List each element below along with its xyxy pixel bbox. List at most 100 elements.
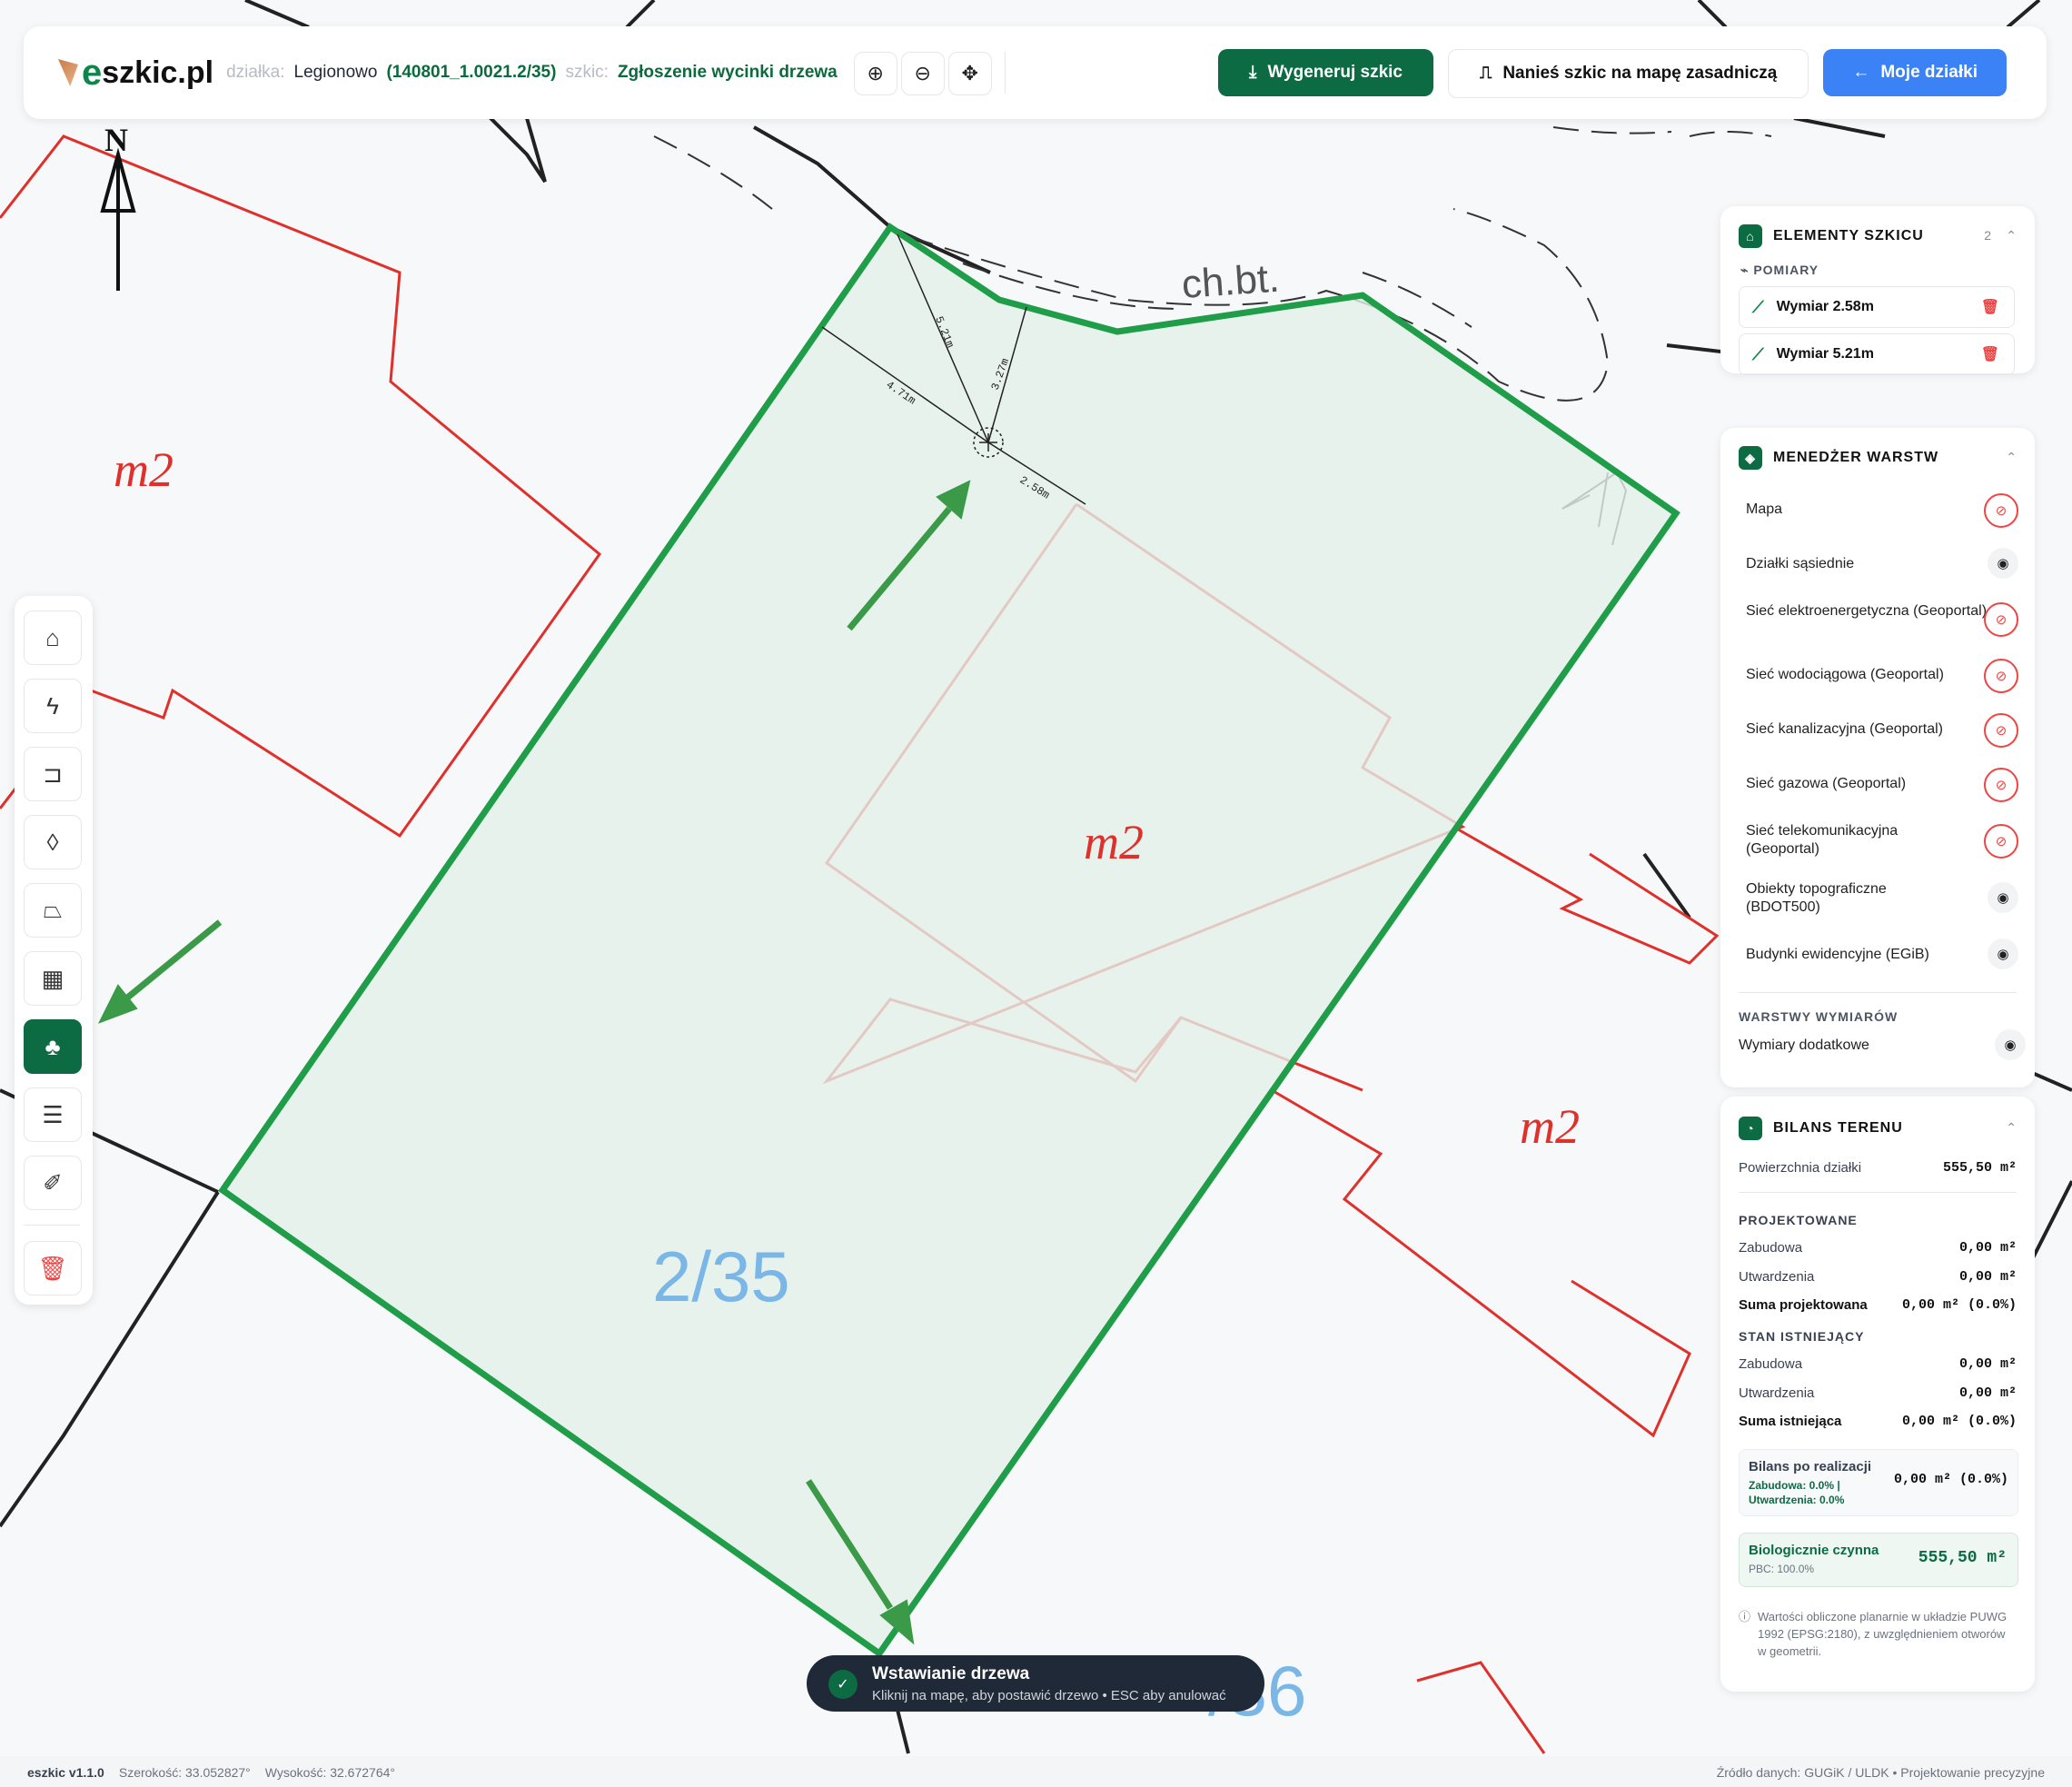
layer-manager-header[interactable]: ◈ MENEDŻER WARSTW: [1739, 446, 1938, 470]
ruler-icon: ⟋: [1752, 297, 1764, 316]
eye-off-icon[interactable]: ⊘: [1984, 713, 2018, 748]
layer-label: Sieć elektroenergetyczna (Geoportal): [1746, 603, 1988, 619]
logo[interactable]: e szkic.pl: [58, 53, 213, 94]
layer-label: Działki sąsiednie: [1746, 556, 1855, 571]
road-label: ch.bt.: [1180, 256, 1281, 307]
layer-row-water: Sieć wodociągowa (Geoportal): [1746, 666, 1982, 684]
zoom-out-button[interactable]: ⊖: [900, 52, 945, 95]
divider: [1739, 1192, 2017, 1193]
layer-label: Wymiary dodatkowe: [1739, 1037, 1869, 1053]
eye-off-icon[interactable]: ⊘: [1984, 602, 2018, 637]
existing-paved-row: Utwardzenia 0,00 m²: [1739, 1385, 2017, 1401]
logo-text: szkic.pl: [102, 55, 214, 90]
eye-off-icon[interactable]: ⊘: [1984, 493, 2018, 528]
layer-row-neighbors: Działki sąsiednie: [1746, 555, 2018, 573]
existing-title: STAN ISTNIEJĄCY: [1739, 1329, 1865, 1344]
layer-row-egib: Budynki ewidencyjne (EGiB): [1746, 946, 2018, 964]
plot-id: (140801_1.0021.2/35): [386, 63, 557, 82]
my-plots-button[interactable]: ← Moje działki: [1823, 49, 2007, 96]
my-plots-label: Moje działki: [1880, 63, 1978, 82]
balance-after-box: Bilans po realizacji Zabudowa: 0.0% | Ut…: [1739, 1449, 2018, 1516]
layer-row-map: Mapa: [1746, 501, 2018, 519]
trash-icon: 🗑: [37, 1254, 68, 1282]
eye-icon[interactable]: ◉: [1988, 882, 2018, 913]
after-value: 0,00 m² (0.0%): [1893, 1472, 2008, 1487]
bio-title: Biologicznie czynna: [1749, 1543, 1879, 1558]
trash-icon[interactable]: 🗑: [1981, 345, 1999, 363]
pie-chart-icon: ◔: [1739, 1117, 1762, 1140]
pan-button[interactable]: ✥: [947, 52, 992, 95]
breadcrumb: działka: Legionowo (140801_1.0021.2/35) …: [226, 63, 838, 83]
tool-delete[interactable]: 🗑: [24, 1241, 82, 1296]
layer-label: Sieć gazowa (Geoportal): [1746, 776, 1907, 791]
value: 0,00 m² (0.0%): [1901, 1297, 2017, 1313]
bio-sub: PBC: 100.0%: [1749, 1563, 1815, 1575]
home-icon: ⌂: [1739, 224, 1762, 248]
longitude-readout: Wysokość: 32.672764°: [264, 1765, 396, 1780]
measurement-item[interactable]: ⟋ Wymiar 2.58m 🗑: [1739, 286, 2015, 328]
download-icon: ⤓: [1249, 63, 1257, 82]
overlay-sketch-button[interactable]: ⎍ Nanieś szkic na mapę zasadniczą: [1448, 49, 1809, 98]
land-balance-panel: ◔ BILANS TERENU ⌃ Powierzchnia działki 55…: [1720, 1097, 2035, 1692]
tool-building[interactable]: ▦: [24, 951, 82, 1006]
road-icon: ⏢: [43, 896, 63, 923]
building-label-1: m2: [114, 442, 173, 497]
toast-title: Wstawianie drzewa: [872, 1664, 1030, 1683]
layer-label: Sieć kanalizacyjna (Geoportal): [1746, 721, 1943, 737]
layer-row-dimensions: Wymiary dodatkowe: [1739, 1037, 2011, 1055]
eye-off-icon[interactable]: ⊘: [1984, 824, 2018, 859]
label: Suma projektowana: [1739, 1297, 1868, 1313]
measurement-item-label: Wymiar 2.58m: [1776, 299, 1874, 314]
plot-area-value: 555,50 m²: [1942, 1160, 2017, 1176]
label: Suma istniejąca: [1739, 1414, 1842, 1429]
layer-row-bdot: Obiekty topograficzne (BDOT500): [1746, 880, 1946, 917]
land-balance-header[interactable]: ◔ BILANS TERENU: [1739, 1117, 1903, 1140]
sketch-elements-header[interactable]: ⌂ ELEMENTY SZKICU: [1739, 224, 1924, 248]
layer-label: Sieć wodociągowa (Geoportal): [1746, 667, 1944, 682]
info-icon: ⓘ: [1739, 1610, 1751, 1623]
layer-row-sewer: Sieć kanalizacyjna (Geoportal): [1746, 720, 1982, 739]
tool-road[interactable]: ⏢: [24, 883, 82, 938]
measurement-item[interactable]: ⟋ Wymiar 5.21m 🗑: [1739, 333, 2015, 375]
label: Utwardzenia: [1739, 1269, 1815, 1285]
tool-sewer[interactable]: ⊐: [24, 747, 82, 801]
layer-row-electric: Sieć elektroenergetyczna (Geoportal): [1746, 602, 2018, 620]
header-actions: ⤓ Wygeneruj szkic ⎍ Nanieś szkic na mapę z…: [1218, 49, 2007, 98]
home-icon: ⌂: [45, 623, 60, 651]
eye-icon[interactable]: ◉: [1988, 548, 2018, 579]
projected-paved-row: Utwardzenia 0,00 m²: [1739, 1269, 2017, 1285]
tool-home[interactable]: ⌂: [24, 611, 82, 665]
left-toolbar: ⌂ ϟ ⊐ ◊ ⏢ ▦ ♣ ☰ ✐ 🗑: [15, 596, 93, 1305]
tool-water[interactable]: ◊: [24, 815, 82, 869]
logo-mark-icon: [58, 59, 78, 86]
chevron-up-icon[interactable]: ⌃: [2006, 1120, 2017, 1136]
generate-sketch-button[interactable]: ⤓ Wygeneruj szkic: [1218, 49, 1433, 96]
tool-measure[interactable]: ✐: [24, 1156, 82, 1210]
move-icon: ✥: [961, 62, 978, 84]
check-icon: ✓: [828, 1670, 858, 1699]
land-balance-title: BILANS TERENU: [1773, 1120, 1903, 1136]
trash-icon[interactable]: 🗑: [1981, 298, 1999, 316]
label: Zabudowa: [1739, 1356, 1803, 1372]
zoom-in-button[interactable]: ⊕: [853, 52, 897, 95]
projected-title: PROJEKTOWANE: [1739, 1213, 1858, 1227]
stamp-icon: ⎍: [1480, 64, 1492, 83]
eye-icon[interactable]: ◉: [1988, 938, 2018, 969]
latitude-readout: Szerokość: 33.052827°: [118, 1765, 251, 1780]
eye-icon[interactable]: ◉: [1995, 1029, 2026, 1060]
tool-electric[interactable]: ϟ: [24, 679, 82, 733]
eye-off-icon[interactable]: ⊘: [1984, 768, 2018, 802]
bio-active-box: Biologicznie czynna PBC: 100.0% 555,50 m…: [1739, 1533, 2018, 1587]
tool-list[interactable]: ☰: [24, 1087, 82, 1142]
chevron-up-icon[interactable]: ⌃: [2006, 228, 2017, 243]
note-text: Wartości obliczone planarnie w układzie …: [1758, 1610, 2008, 1658]
generate-sketch-label: Wygeneruj szkic: [1267, 63, 1403, 82]
tool-tree[interactable]: ♣: [24, 1019, 82, 1074]
existing-building-row: Zabudowa 0,00 m²: [1739, 1356, 2017, 1372]
projected-building-row: Zabudowa 0,00 m²: [1739, 1240, 2017, 1256]
value: 0,00 m²: [1958, 1240, 2017, 1256]
projected-sum-row: Suma projektowana 0,00 m² (0.0%): [1739, 1297, 2017, 1313]
chevron-up-icon[interactable]: ⌃: [2006, 450, 2017, 465]
eye-off-icon[interactable]: ⊘: [1984, 659, 2018, 693]
sketch-label: szkic:: [565, 63, 609, 82]
